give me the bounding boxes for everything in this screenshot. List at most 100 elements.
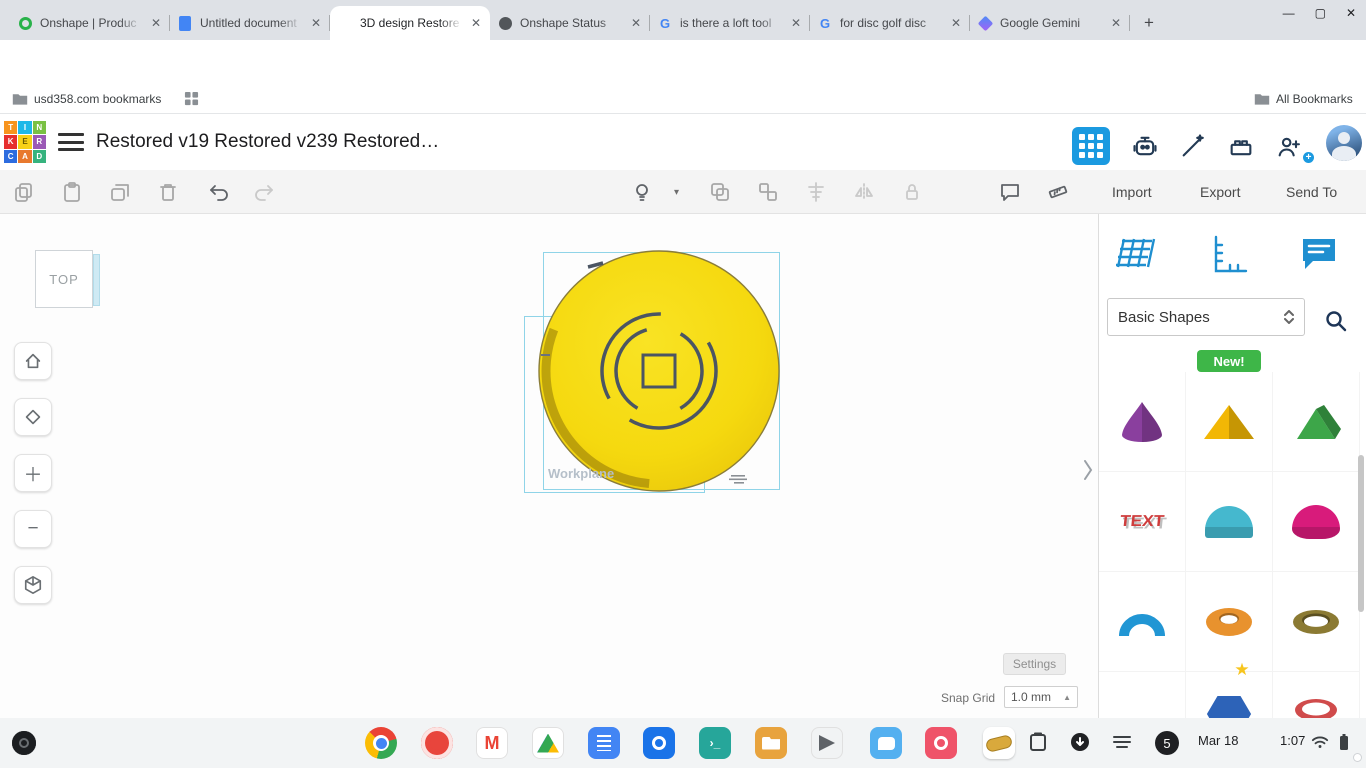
disc-model[interactable]: [537, 249, 781, 493]
shape-torus[interactable]: [1186, 572, 1273, 672]
show-all-button[interactable]: [630, 180, 654, 204]
network-status[interactable]: [1308, 730, 1332, 754]
drive-icon[interactable]: [532, 727, 564, 759]
camera-icon[interactable]: [925, 727, 957, 759]
tab-3d-design-active[interactable]: 3D design Restore ✕: [330, 6, 490, 40]
delete-button[interactable]: [156, 180, 180, 204]
perspective-toggle-button[interactable]: [14, 566, 52, 604]
notes-button[interactable]: [998, 180, 1022, 204]
shape-tube[interactable]: [1273, 572, 1360, 672]
battery-status[interactable]: [1332, 730, 1356, 754]
shape-category-select[interactable]: Basic Shapes: [1107, 298, 1305, 336]
screen-record-button[interactable]: [1068, 730, 1092, 754]
export-button[interactable]: Export: [1194, 180, 1246, 204]
workplane-tool[interactable]: [1109, 228, 1161, 280]
shape-search-button[interactable]: [1319, 304, 1353, 338]
screen-capture-preview[interactable]: [983, 727, 1015, 759]
copy-button[interactable]: [12, 180, 36, 204]
duplicate-button[interactable]: [108, 180, 132, 204]
tab-close-icon[interactable]: ✕: [149, 15, 163, 31]
shape-paraboloid[interactable]: [1099, 372, 1186, 472]
tab-close-icon[interactable]: ✕: [469, 15, 483, 31]
account-avatar[interactable]: [1326, 125, 1362, 161]
align-button[interactable]: [804, 180, 828, 204]
paste-button[interactable]: [60, 180, 84, 204]
clipboard-tray-button[interactable]: [1026, 730, 1050, 754]
mirror-button[interactable]: [852, 180, 876, 204]
files-icon[interactable]: [755, 727, 787, 759]
shape-polygon[interactable]: ★: [1186, 660, 1273, 718]
minimize-button[interactable]: —: [1283, 6, 1295, 20]
panel-scrollbar[interactable]: [1358, 455, 1364, 612]
chrome-icon[interactable]: [365, 727, 397, 759]
tinker-tools-button[interactable]: [1178, 131, 1208, 161]
panel-collapse-handle[interactable]: [1080, 455, 1096, 485]
disc-body[interactable]: [538, 250, 780, 492]
ruler-tool[interactable]: [1202, 228, 1254, 280]
window-tray-button[interactable]: [1110, 730, 1134, 754]
redo-button[interactable]: [252, 180, 276, 204]
import-button[interactable]: Import: [1106, 180, 1158, 204]
snap-grid-dropdown[interactable]: 1.0 mm ▲: [1004, 686, 1078, 708]
tab-untitled-document[interactable]: Untitled document ✕: [170, 6, 330, 40]
view-cube[interactable]: TOP: [35, 250, 100, 308]
zoom-out-button[interactable]: −: [14, 510, 52, 548]
docs-icon[interactable]: [588, 727, 620, 759]
settings-button[interactable]: Settings: [1003, 653, 1066, 675]
tab-close-icon[interactable]: ✕: [629, 15, 643, 31]
all-bookmarks[interactable]: All Bookmarks: [1254, 84, 1353, 113]
gmail-icon[interactable]: M: [476, 727, 508, 759]
lightbulb-dropdown-caret[interactable]: ▾: [674, 187, 679, 198]
tab-onshape-status[interactable]: Onshape Status ✕: [490, 6, 650, 40]
close-window-button[interactable]: ✕: [1346, 6, 1356, 20]
tab-disc-golf-search[interactable]: G for disc golf disc ✕: [810, 6, 970, 40]
shape-text[interactable]: TEXT: [1099, 472, 1186, 572]
tab-close-icon[interactable]: ✕: [789, 15, 803, 31]
notes-tool[interactable]: [1293, 228, 1345, 280]
dashboard-grid-button[interactable]: [1072, 127, 1110, 165]
view-cube-side[interactable]: [93, 254, 100, 306]
lock-button[interactable]: [900, 180, 924, 204]
maximize-button[interactable]: ▢: [1315, 6, 1326, 20]
design-canvas[interactable]: TOP ＋ − Workplane Settings Snap Grid 1.0…: [0, 214, 1098, 718]
time-label[interactable]: 1:07: [1280, 733, 1305, 748]
tab-close-icon[interactable]: ✕: [309, 15, 323, 31]
shape-ring[interactable]: [1273, 672, 1360, 718]
terminal-icon[interactable]: ›_: [699, 727, 731, 759]
zoom-in-button[interactable]: ＋: [14, 454, 52, 492]
bookmarks-folder[interactable]: usd358.com bookmarks: [12, 84, 161, 113]
tab-close-icon[interactable]: ✕: [1109, 15, 1123, 31]
launcher-button[interactable]: [12, 731, 36, 755]
shape-half-torus[interactable]: [1099, 572, 1186, 672]
notification-count-badge[interactable]: 5: [1155, 731, 1179, 755]
fit-view-button[interactable]: [14, 398, 52, 436]
tab-close-icon[interactable]: ✕: [949, 15, 963, 31]
notification-plus-badge: +: [1303, 152, 1314, 163]
tinkercad-character-button[interactable]: [1130, 131, 1160, 161]
red-browser-icon[interactable]: [421, 727, 453, 759]
blocks-button[interactable]: [1226, 131, 1256, 161]
send-to-button[interactable]: Send To: [1280, 180, 1343, 204]
apps-shortcut[interactable]: [184, 84, 199, 113]
main-menu-button[interactable]: [58, 132, 84, 152]
tinkercad-logo[interactable]: T I N K E R C A D: [4, 121, 46, 163]
tab-loft-tool-search[interactable]: G is there a loft tool ✕: [650, 6, 810, 40]
measure-button[interactable]: [1046, 180, 1070, 204]
date-label[interactable]: Mar 18: [1198, 733, 1238, 748]
shape-roof[interactable]: [1273, 372, 1360, 472]
canvas-app-icon[interactable]: [643, 727, 675, 759]
play-store-icon[interactable]: [811, 727, 843, 759]
shape-round-roof[interactable]: [1186, 472, 1273, 572]
design-title[interactable]: Restored v19 Restored v239 Restored…: [96, 114, 439, 170]
new-tab-button[interactable]: +: [1136, 10, 1162, 36]
undo-button[interactable]: [207, 180, 231, 204]
shape-half-sphere[interactable]: [1273, 472, 1360, 572]
tab-google-gemini[interactable]: Google Gemini ✕: [970, 6, 1130, 40]
share-button[interactable]: [1274, 131, 1304, 161]
tab-onshape[interactable]: Onshape | Produc ✕: [10, 6, 170, 40]
group-button[interactable]: [708, 180, 732, 204]
ungroup-button[interactable]: [756, 180, 780, 204]
shape-pyramid[interactable]: [1186, 372, 1273, 472]
messages-icon[interactable]: [870, 727, 902, 759]
home-view-button[interactable]: [14, 342, 52, 380]
